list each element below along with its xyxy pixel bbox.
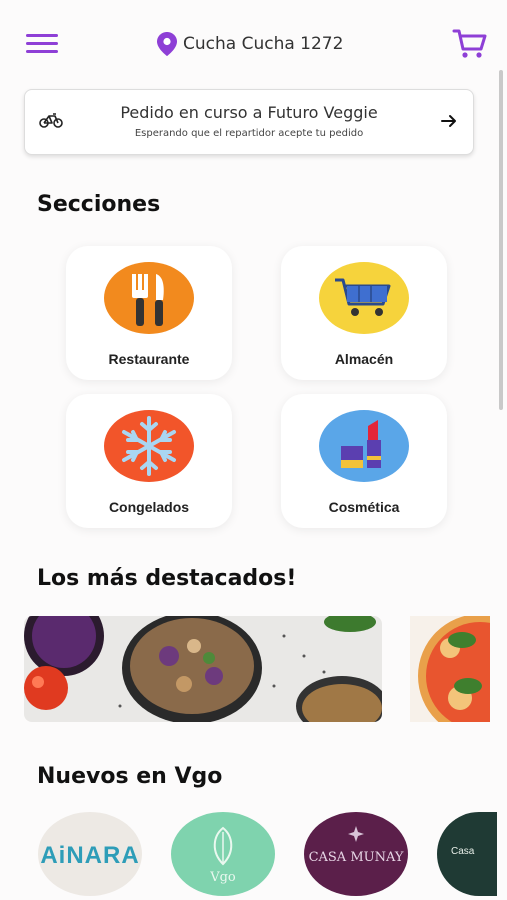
featured-item-bowl[interactable] <box>24 616 382 722</box>
section-almacen[interactable]: Almacén <box>281 246 447 380</box>
order-status: Esperando que el repartidor acepte tu pe… <box>134 128 364 139</box>
scrollbar[interactable] <box>499 70 503 410</box>
sections-heading: Secciones <box>37 192 161 217</box>
section-restaurante[interactable]: Restaurante <box>66 246 232 380</box>
store-name: AiNARA <box>40 842 140 869</box>
section-cosmetica[interactable]: Cosmética <box>281 394 447 528</box>
shopping-cart-icon <box>319 262 409 334</box>
store-logo-casa[interactable]: Casa <box>437 812 497 896</box>
location-selector[interactable]: Cucha Cucha 1272 <box>157 32 343 56</box>
section-congelados[interactable]: Congelados <box>66 394 232 528</box>
location-text: Cucha Cucha 1272 <box>183 34 344 54</box>
section-label: Almacén <box>334 351 394 367</box>
new-stores-heading: Nuevos en Vgo <box>37 764 223 789</box>
shopping-cart-icon[interactable] <box>452 28 488 60</box>
featured-item-pizza[interactable] <box>410 616 490 722</box>
section-label: Cosmética <box>328 499 400 515</box>
order-in-progress-card[interactable]: Pedido en curso a Futuro Veggie Esperand… <box>24 89 474 155</box>
hamburger-menu-icon[interactable] <box>26 34 58 56</box>
section-label: Congelados <box>108 499 190 515</box>
store-logo-ainara[interactable]: AiNARA <box>38 812 142 896</box>
fork-knife-icon <box>104 262 194 334</box>
flower-icon <box>348 826 364 842</box>
store-name: Casa <box>451 846 475 857</box>
snowflake-icon <box>104 410 194 482</box>
order-title: Pedido en curso a Futuro Veggie <box>120 103 378 122</box>
featured-heading: Los más destacados! <box>37 566 297 591</box>
arrow-right-icon[interactable] <box>439 111 459 131</box>
store-name: Vgo <box>210 870 236 885</box>
store-logo-casa-munay[interactable]: CASA MUNAY <box>304 812 408 896</box>
leaf-icon <box>213 826 233 866</box>
section-label: Restaurante <box>108 351 190 367</box>
location-pin-icon <box>157 32 177 56</box>
lipstick-icon <box>319 410 409 482</box>
store-name: CASA MUNAY <box>308 850 404 865</box>
store-logo-vgo[interactable]: Vgo <box>171 812 275 896</box>
top-bar: Cucha Cucha 1272 <box>0 0 507 88</box>
